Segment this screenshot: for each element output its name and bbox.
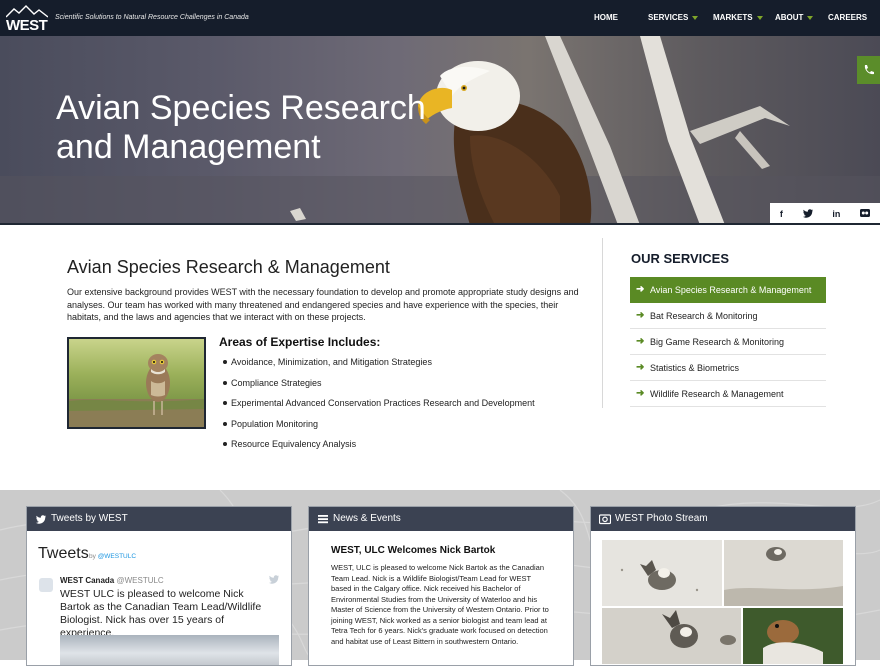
nav-markets-label: MARKETS (713, 13, 753, 22)
hero-title: Avian Species Research and Management (56, 89, 426, 166)
nav-services-label: SERVICES (648, 13, 689, 22)
sage-grouse-photo[interactable] (724, 540, 843, 606)
hero-banner: Avian Species Research and Management f … (0, 36, 880, 225)
tweet-user-handle: @WESTULC (116, 576, 164, 585)
caret-down-icon (756, 15, 763, 20)
nav-careers[interactable]: CAREERS (828, 0, 880, 36)
tweet-image[interactable] (60, 635, 279, 665)
service-bat[interactable]: ➜ Bat Research & Monitoring (630, 303, 826, 329)
news-headline[interactable]: WEST, ULC Welcomes Nick Bartok (331, 545, 495, 556)
tweet-user[interactable]: WEST Canada @WESTULC (60, 576, 164, 585)
logo-text: WEST (6, 17, 48, 34)
nav-home-label: HOME (594, 13, 618, 22)
panel-title: WEST Photo Stream (615, 513, 708, 524)
sage-grouse-photo[interactable] (602, 540, 722, 606)
tweet-user-name: WEST Canada (60, 576, 115, 585)
tweets-title: Tweets (38, 545, 89, 562)
tweets-panel: Tweets by WEST Tweets by @WESTULC WEST C… (26, 506, 292, 666)
tweets-by: by @WESTULC (89, 553, 136, 560)
news-body: WEST, ULC is pleased to welcome Nick Bar… (331, 563, 549, 646)
service-statistics[interactable]: ➜ Statistics & Biometrics (630, 355, 826, 381)
sage-grouse-image (620, 560, 699, 592)
sage-grouse-photo[interactable] (602, 608, 741, 664)
list-item: Experimental Advanced Conservation Pract… (223, 398, 535, 419)
service-label: Bat Research & Monitoring (650, 311, 758, 321)
intro-paragraph: Our extensive background provides WEST w… (67, 287, 579, 322)
nav-about[interactable]: ABOUT (775, 0, 828, 36)
phone-icon (864, 65, 874, 75)
caret-down-icon (692, 15, 699, 20)
service-wildlife[interactable]: ➜ Wildlife Research & Management (630, 381, 826, 407)
avatar[interactable] (39, 578, 53, 592)
top-navigation-bar: WEST Scientific Solutions to Natural Res… (0, 0, 880, 36)
nav-careers-label: CAREERS (828, 13, 868, 22)
bird-in-hand-photo[interactable] (743, 608, 843, 664)
service-label: Statistics & Biometrics (650, 363, 740, 373)
nav-home[interactable]: HOME (594, 0, 648, 36)
twitter-icon[interactable] (802, 208, 813, 220)
services-menu: ➜ Avian Species Research & Management ➜ Ba… (630, 277, 826, 407)
arrow-right-icon: ➜ (636, 310, 645, 321)
list-item: Compliance Strategies (223, 378, 535, 399)
column-divider (602, 238, 603, 408)
nav-about-label: ABOUT (775, 13, 804, 22)
caret-down-icon (807, 15, 814, 20)
sage-grouse-image (724, 547, 843, 606)
list-item: Resource Equivalency Analysis (223, 439, 535, 460)
list-item: Population Monitoring (223, 419, 535, 440)
panel-header: WEST Photo Stream (591, 507, 855, 531)
panel-title: Tweets by WEST (51, 513, 128, 524)
tweets-by-prefix: by (89, 553, 96, 560)
photo-stream-panel: WEST Photo Stream (590, 506, 856, 666)
arrow-right-icon: ➜ (636, 362, 645, 373)
service-label: Wildlife Research & Management (650, 389, 784, 399)
panel-header: News & Events (309, 507, 573, 531)
expertise-list: Avoidance, Minimization, and Mitigation … (223, 357, 535, 460)
facebook-icon[interactable]: f (780, 209, 783, 219)
panel-header: Tweets by WEST (27, 507, 291, 531)
tweets-handle-link[interactable]: @WESTULC (98, 553, 136, 560)
arrow-right-icon: ➜ (636, 336, 645, 347)
owl-image (69, 354, 204, 427)
main-nav: HOME SERVICES MARKETS ABOUT CAREERS (594, 0, 880, 36)
flickr-icon[interactable] (860, 209, 871, 219)
burrowing-owl-photo (67, 337, 206, 429)
service-big-game[interactable]: ➜ Big Game Research & Monitoring (630, 329, 826, 355)
service-label: Big Game Research & Monitoring (650, 337, 785, 347)
photo-grid (602, 540, 843, 664)
bird-in-hand-image (763, 620, 823, 664)
tagline: Scientific Solutions to Natural Resource… (55, 14, 249, 21)
phone-tab[interactable] (857, 56, 880, 84)
service-avian[interactable]: ➜ Avian Species Research & Management (630, 277, 826, 303)
expertise-heading: Areas of Expertise Includes: (219, 335, 381, 349)
news-panel: News & Events WEST, ULC Welcomes Nick Ba… (308, 506, 574, 666)
panel-title: News & Events (333, 513, 401, 524)
list-icon (318, 515, 328, 524)
page-title: Avian Species Research & Management (67, 257, 390, 277)
social-links: f in (770, 203, 880, 225)
twitter-bird-icon (269, 575, 279, 586)
nav-markets[interactable]: MARKETS (713, 0, 775, 36)
twitter-icon (36, 515, 46, 524)
tweet-text: WEST ULC is pleased to welcome Nick Bart… (60, 588, 262, 639)
nav-services[interactable]: SERVICES (648, 0, 713, 36)
service-label: Avian Species Research & Management (650, 285, 812, 295)
sage-grouse-image (662, 610, 736, 648)
arrow-right-icon: ➜ (636, 388, 645, 399)
list-item: Avoidance, Minimization, and Mitigation … (223, 357, 535, 378)
linkedin-icon[interactable]: in (832, 209, 840, 219)
arrow-right-icon: ➜ (636, 284, 645, 295)
west-logo[interactable]: WEST (6, 5, 48, 34)
camera-icon (599, 514, 611, 525)
services-heading: OUR SERVICES (631, 251, 730, 266)
